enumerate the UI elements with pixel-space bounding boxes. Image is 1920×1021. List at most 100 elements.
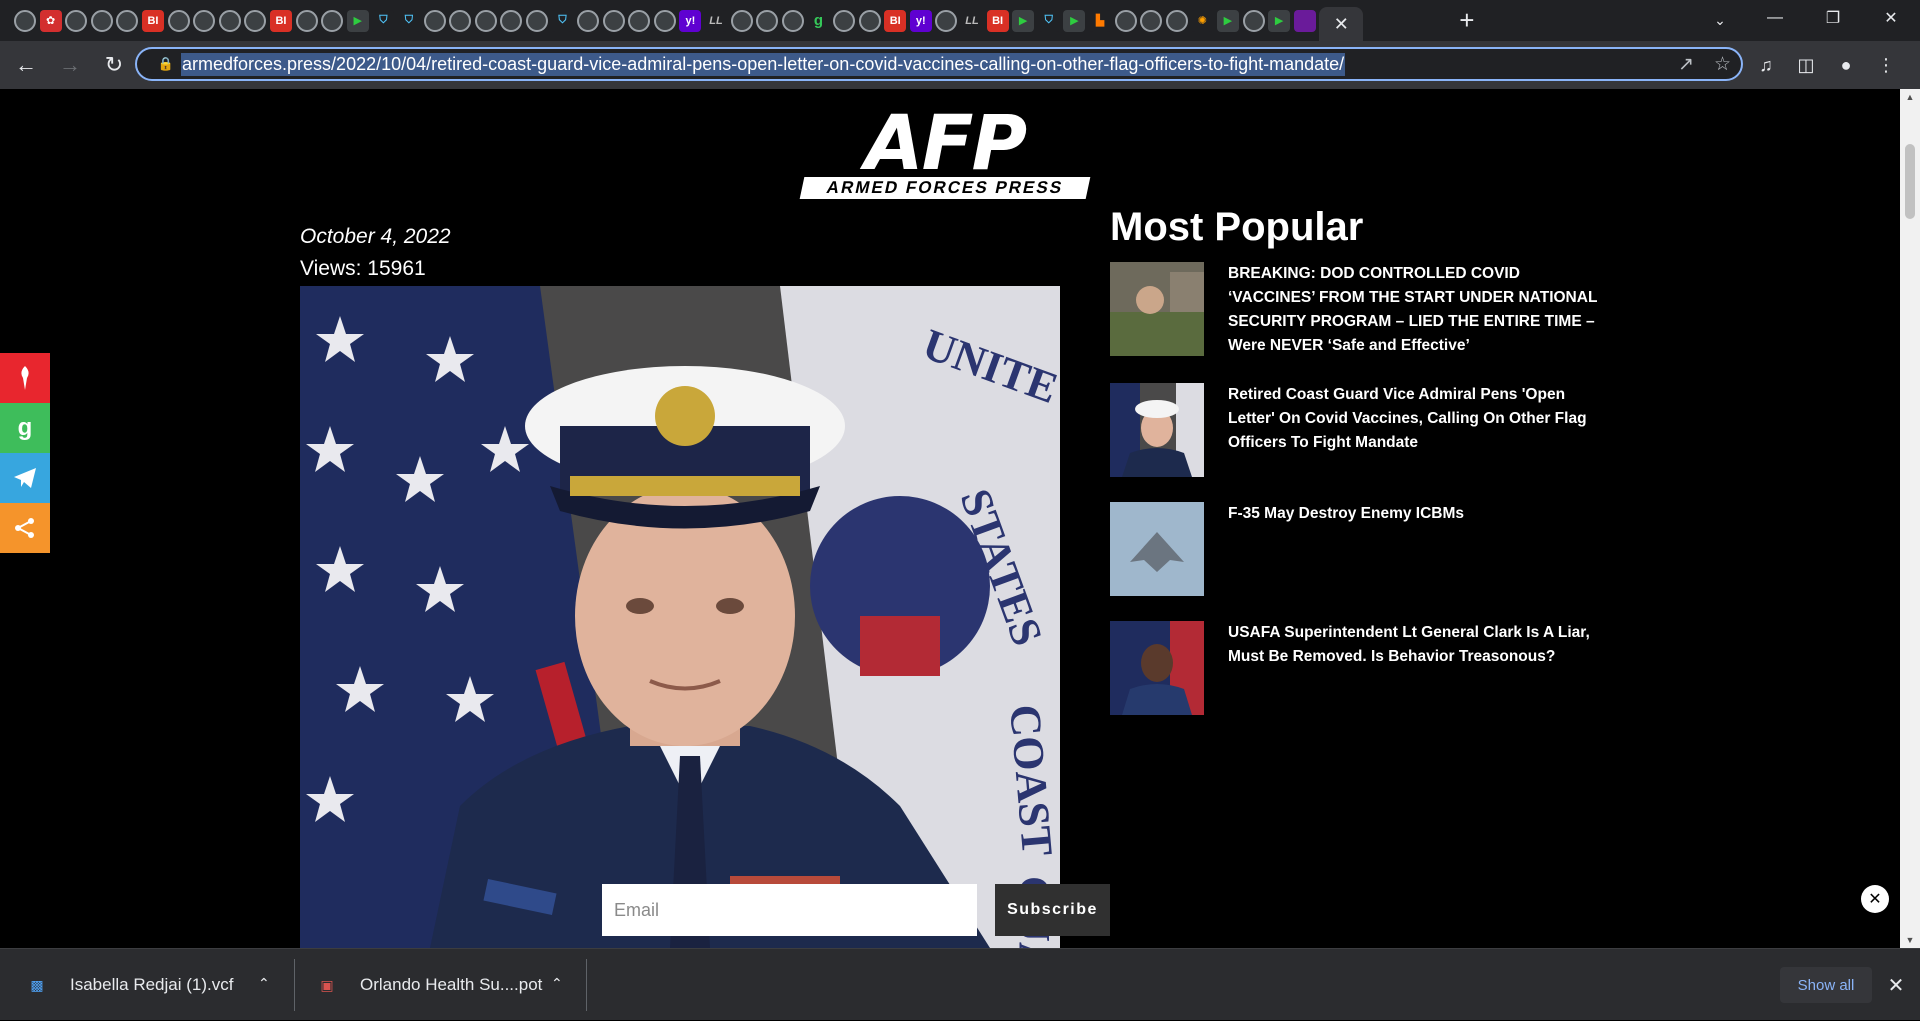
tab-favicon-yahoo-icon[interactable]: y! xyxy=(679,9,702,32)
popular-item[interactable]: BREAKING: DOD CONTROLLED COVID ‘VACCINES… xyxy=(1110,262,1600,358)
popular-item[interactable]: F-35 May Destroy Enemy ICBMs xyxy=(1110,502,1600,598)
popular-thumb-1[interactable] xyxy=(1110,262,1204,356)
close-subscribe-icon[interactable]: ✕ xyxy=(1861,885,1889,913)
tab-favicon-globe-icon[interactable] xyxy=(730,9,753,32)
url-text[interactable]: armedforces.press/2022/10/04/retired-coa… xyxy=(181,52,1346,76)
site-logo[interactable]: AFP ARMED FORCES PRESS xyxy=(790,98,1100,199)
address-bar[interactable]: 🔒 armedforces.press/2022/10/04/retired-c… xyxy=(135,47,1743,81)
telegram-share-button[interactable] xyxy=(0,453,50,503)
tab-favicon-globe-icon[interactable] xyxy=(90,9,113,32)
tab-favicon-globe-icon[interactable] xyxy=(756,9,779,32)
tab-favicon-shield-icon[interactable]: ⛉ xyxy=(1037,9,1060,32)
popular-item[interactable]: Retired Coast Guard Vice Admiral Pens 'O… xyxy=(1110,383,1600,479)
chevron-up-icon[interactable]: ⌃ xyxy=(258,975,270,992)
tab-favicon-globe-icon[interactable] xyxy=(65,9,88,32)
tab-favicon-red-icon[interactable]: ✿ xyxy=(39,9,62,32)
tab-favicon-bi-icon[interactable]: BI xyxy=(986,9,1009,32)
tab-favicon-globe-icon[interactable] xyxy=(525,9,548,32)
tab-favicon-gettr-icon[interactable]: g xyxy=(807,9,830,32)
tab-favicon-play-icon[interactable]: ▶ xyxy=(1063,9,1086,32)
new-tab-button[interactable]: + xyxy=(1453,5,1481,35)
back-button[interactable]: ← xyxy=(8,47,44,83)
tab-favicon-globe-icon[interactable] xyxy=(1140,9,1163,32)
tab-favicon-globe-icon[interactable] xyxy=(858,9,881,32)
chevron-up-icon[interactable]: ⌃ xyxy=(551,975,563,992)
tab-favicon-yahoo-icon[interactable]: y! xyxy=(909,9,932,32)
tab-favicon-globe-icon[interactable] xyxy=(833,9,855,32)
tab-favicon-ll-icon[interactable]: LL xyxy=(705,9,728,32)
popular-title-2[interactable]: Retired Coast Guard Vice Admiral Pens 'O… xyxy=(1228,383,1608,455)
popular-thumb-4[interactable] xyxy=(1110,621,1204,715)
tab-favicon-sun-icon[interactable]: ✺ xyxy=(1191,9,1214,32)
bookmark-star-icon[interactable]: ☆ xyxy=(1714,53,1731,76)
active-tab-close-icon[interactable]: ✕ xyxy=(1319,7,1364,41)
parler-share-button[interactable] xyxy=(0,353,50,403)
tab-favicon-bi-icon[interactable]: BI xyxy=(884,9,907,32)
tab-favicon-globe-icon[interactable] xyxy=(474,9,497,32)
close-shelf-icon[interactable]: ✕ xyxy=(1880,969,1912,1001)
forward-button[interactable]: → xyxy=(52,47,88,83)
download-item[interactable]: ▣ Orlando Health Su....pot xyxy=(316,949,542,1021)
scroll-up-arrow-icon[interactable]: ▲ xyxy=(1900,89,1920,105)
logo-main-text: AFP xyxy=(864,98,1027,187)
popular-title-1[interactable]: BREAKING: DOD CONTROLLED COVID ‘VACCINES… xyxy=(1228,262,1608,358)
tab-favicon-play-icon[interactable]: ▶ xyxy=(346,9,369,32)
tab-favicon-globe-icon[interactable] xyxy=(577,9,600,32)
close-window-button[interactable]: ✕ xyxy=(1862,0,1920,36)
tab-favicon-purple-icon[interactable] xyxy=(1293,9,1316,32)
tab-favicon-globe-icon[interactable] xyxy=(653,9,676,32)
tab-favicon-globe-icon[interactable] xyxy=(1114,9,1137,32)
share-page-icon[interactable]: ↗ xyxy=(1678,53,1694,76)
tab-favicon-globe-icon[interactable] xyxy=(935,9,958,32)
tab-favicon-play-icon[interactable]: ▶ xyxy=(1268,9,1291,32)
subscribe-button[interactable]: Subscribe xyxy=(995,884,1110,936)
tab-favicon-globe-icon[interactable] xyxy=(167,9,190,32)
tab-favicon-globe-icon[interactable] xyxy=(218,9,241,32)
tab-favicon-globe-icon[interactable] xyxy=(193,9,216,32)
lock-icon[interactable]: 🔒 xyxy=(151,56,181,72)
side-panel-icon[interactable]: ◫ xyxy=(1786,47,1826,83)
share-more-button[interactable] xyxy=(0,503,50,553)
email-input[interactable] xyxy=(602,884,977,936)
popular-thumb-2[interactable] xyxy=(1110,383,1204,477)
popular-title-4[interactable]: USAFA Superintendent Lt General Clark Is… xyxy=(1228,621,1608,669)
tab-favicon-play-icon[interactable]: ▶ xyxy=(1012,9,1035,32)
minimize-button[interactable]: — xyxy=(1746,0,1804,36)
scroll-down-arrow-icon[interactable]: ▼ xyxy=(1900,932,1920,948)
tab-favicon-globe-icon[interactable] xyxy=(1165,9,1188,32)
reload-button[interactable]: ↻ xyxy=(96,47,132,83)
tab-favicon-shield-icon[interactable]: ⛉ xyxy=(551,9,574,32)
tab-favicon-globe-icon[interactable] xyxy=(116,9,139,32)
tab-favicon-bi-icon[interactable]: BI xyxy=(269,9,292,32)
menu-kebab-icon[interactable]: ⋮ xyxy=(1866,47,1906,83)
download-item[interactable]: ▩ Isabella Redjai (1).vcf xyxy=(26,949,233,1021)
tab-favicon-globe-icon[interactable] xyxy=(781,9,804,32)
tab-favicon-bi-icon[interactable]: BI xyxy=(141,9,164,32)
gettr-share-button[interactable]: g xyxy=(0,403,50,453)
tab-favicon-globe-icon[interactable] xyxy=(1242,9,1265,32)
tab-favicon-globe-icon[interactable] xyxy=(500,9,523,32)
page-scrollbar[interactable]: ▲ ▼ xyxy=(1900,89,1920,948)
restore-button[interactable]: ❐ xyxy=(1804,0,1862,36)
popular-thumb-3[interactable] xyxy=(1110,502,1204,596)
tab-favicon-globe-icon[interactable] xyxy=(628,9,651,32)
tab-favicon-orange-icon[interactable]: ▙ xyxy=(1088,9,1111,32)
popular-title-3[interactable]: F-35 May Destroy Enemy ICBMs xyxy=(1228,502,1608,526)
tab-favicon-shield-icon[interactable]: ⛉ xyxy=(372,9,395,32)
tab-search-chevron-icon[interactable]: ⌄ xyxy=(1706,6,1734,34)
tab-favicon-shield-icon[interactable]: ⛉ xyxy=(397,9,420,32)
tab-favicon-play-icon[interactable]: ▶ xyxy=(1216,9,1239,32)
tab-favicon-globe-icon[interactable] xyxy=(321,9,344,32)
profile-avatar-icon[interactable]: ● xyxy=(1826,47,1866,83)
popular-item[interactable]: USAFA Superintendent Lt General Clark Is… xyxy=(1110,621,1600,717)
tab-favicon-globe-icon[interactable] xyxy=(449,9,472,32)
media-controls-icon[interactable]: ♫ xyxy=(1746,47,1786,83)
show-all-downloads-button[interactable]: Show all xyxy=(1780,967,1872,1003)
tab-favicon-globe-icon[interactable] xyxy=(602,9,625,32)
scroll-thumb[interactable] xyxy=(1905,144,1915,219)
tab-favicon-ll-icon[interactable]: LL xyxy=(960,9,983,32)
tab-favicon-globe-icon[interactable] xyxy=(423,9,446,32)
tab-favicon-globe-icon[interactable] xyxy=(244,9,267,32)
tab-favicon-globe-icon[interactable] xyxy=(14,9,36,32)
tab-favicon-globe-icon[interactable] xyxy=(295,9,318,32)
